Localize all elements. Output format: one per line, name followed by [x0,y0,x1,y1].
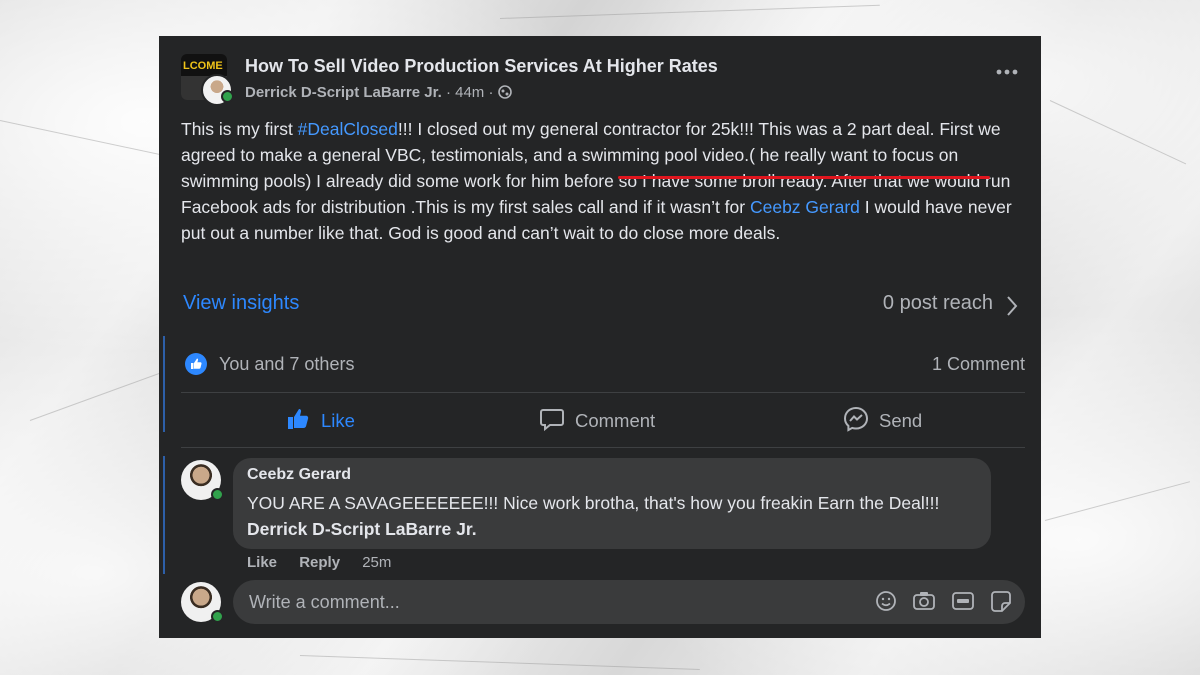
like-label: Like [321,410,355,431]
post-time[interactable]: 44m [455,84,484,101]
comment-time[interactable]: 25m [362,554,391,571]
comment-icon [540,409,564,432]
globe-icon [497,85,512,99]
online-indicator [211,610,224,623]
comment-meta: Like Reply 25m [247,554,409,571]
post-text-start: This is my first [181,119,298,139]
sticker-icon[interactable] [989,590,1013,612]
send-label: Send [879,410,923,431]
group-logo-text: LCOME [183,60,223,72]
paper-crease [29,365,181,421]
thumbs-up-icon [191,358,202,369]
post-actions-bar: Like Comment Send [181,392,1025,448]
group-title[interactable]: How To Sell Video Production Services At… [245,56,718,77]
messenger-icon [843,406,869,432]
online-indicator [221,90,234,103]
thumbs-up-icon [288,409,309,429]
insights-row: View insights 0 post reach [181,290,1023,320]
comment-text: YOU ARE A SAVAGEEEEEEE!!! Nice work brot… [247,490,977,542]
online-indicator [211,488,224,501]
comment-bubble: Ceebz Gerard YOU ARE A SAVAGEEEEEEE!!! N… [233,458,991,549]
like-reaction-badge[interactable] [185,353,207,375]
selection-rule [163,456,165,574]
comment-like-link[interactable]: Like [247,554,277,571]
composer-icons [864,590,1013,612]
hashtag-link[interactable]: #DealClosed [298,119,398,139]
post-author[interactable]: Derrick D-Script LaBarre Jr. [245,84,442,101]
more-icon [996,69,1018,75]
post-body: This is my first #DealClosed!!! I closed… [181,116,1031,246]
post-reach-text[interactable]: 0 post reach [883,292,993,315]
paper-crease [1049,100,1187,165]
camera-icon[interactable] [912,590,936,612]
reactions-summary[interactable]: You and 7 others [219,354,354,375]
post-header: LCOME How To Sell Video Production Servi… [181,54,1019,106]
paper-crease [299,655,700,670]
comment-label: Comment [575,410,656,431]
chevron-right-icon[interactable] [1005,294,1019,318]
mention-link[interactable]: Ceebz Gerard [750,197,860,217]
commenter-name[interactable]: Ceebz Gerard [247,466,351,484]
emoji-icon[interactable] [874,590,898,612]
paper-crease [1044,481,1191,521]
gif-icon[interactable] [951,590,975,612]
selection-rule [163,336,165,432]
comment-item: Ceebz Gerard YOU ARE A SAVAGEEEEEEE!!! N… [181,458,1001,598]
reactions-row: You and 7 others 1 Comment [183,352,1025,376]
red-highlight-underline [618,176,990,179]
meta-separator: · [488,84,498,101]
post-meta: Derrick D-Script LaBarre Jr. · 44m · [245,84,512,101]
comment-text-body: YOU ARE A SAVAGEEEEEEE!!! Nice work brot… [247,493,940,513]
more-options-button[interactable] [995,64,1019,80]
comment-mention[interactable]: Derrick D-Script LaBarre Jr. [247,519,477,539]
facebook-post-card: LCOME How To Sell Video Production Servi… [159,36,1041,638]
comment-count[interactable]: 1 Comment [932,354,1025,375]
paper-crease [499,4,880,19]
comment-composer [181,578,1027,624]
meta-separator: · [445,84,456,101]
view-insights-link[interactable]: View insights [183,292,299,315]
comment-reply-link[interactable]: Reply [299,554,340,571]
